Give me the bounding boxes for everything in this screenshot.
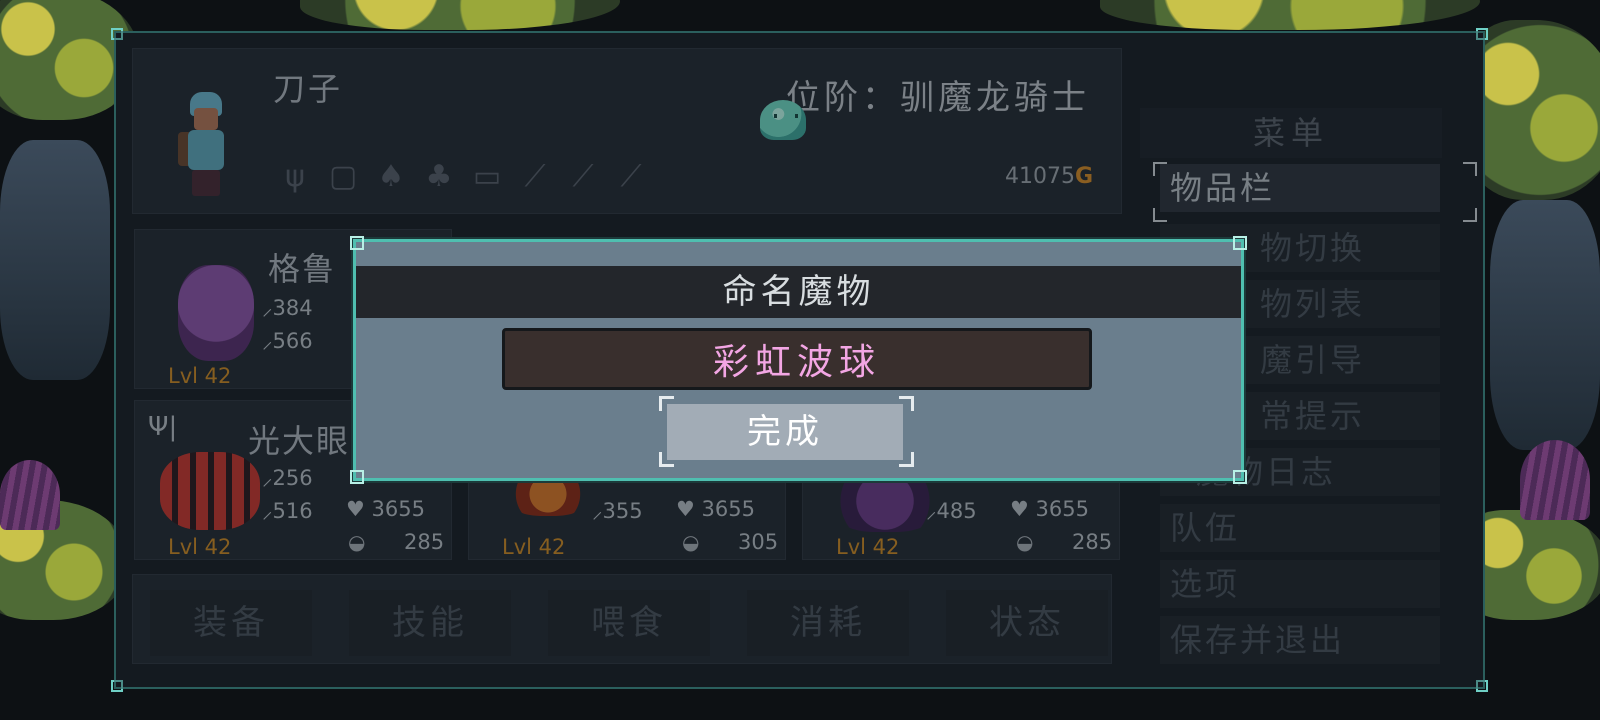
dialog-corner [1233, 470, 1247, 484]
monster-name-input[interactable] [502, 328, 1092, 390]
confirm-button[interactable]: 完成 [667, 404, 903, 460]
dialog-title: 命名魔物 [356, 266, 1241, 318]
dialog-corner [350, 470, 364, 484]
dialog-corner [1233, 236, 1247, 250]
dialog-corner [350, 236, 364, 250]
rename-monster-dialog: 命名魔物 完成 [350, 236, 1247, 484]
